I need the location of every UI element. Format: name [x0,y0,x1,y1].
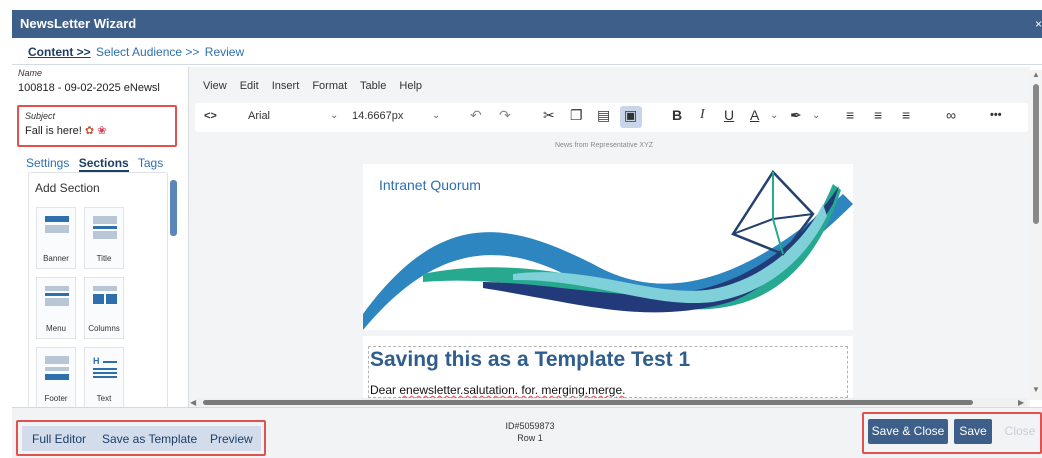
text-icon: H [93,356,117,384]
title-icon [93,216,117,244]
name-label: Name [18,68,43,78]
subject-value[interactable]: Fall is here! ✿ ❀ [25,124,169,137]
salutation-line[interactable]: Dear enewsletter.salutation. for. mergin… [370,383,625,397]
record-id: ID#5059873 [505,421,555,431]
step-content[interactable]: Content >> [28,45,91,59]
news-from-line: News from Representative XYZ [555,142,654,149]
chevron-down-icon[interactable]: ⌄ [812,110,820,121]
cut-icon[interactable]: ✂ [543,107,555,124]
menu-help[interactable]: Help [399,80,422,92]
banner-icon [45,216,69,244]
scroll-left-icon[interactable]: ◀ [190,398,196,407]
step-review[interactable]: Review [205,45,244,59]
section-tile-banner[interactable]: Banner [36,207,76,269]
scroll-down-icon[interactable]: ▼ [1032,385,1040,394]
align-right-icon[interactable]: ≡ [902,107,910,123]
merge-field: enewsletter.salutation. for. merging.mer… [399,383,626,397]
footer-icon [45,356,69,384]
columns-icon [93,286,117,314]
subject-label: Subject [25,111,56,121]
salutation-prefix: Dear [370,383,400,397]
banner-swoosh-graphic [363,169,853,330]
menu-view[interactable]: View [203,80,227,92]
menu-edit[interactable]: Edit [240,80,259,92]
section-tile-footer[interactable]: Footer [36,347,76,409]
save-and-close-button[interactable]: Save & Close [868,419,948,444]
step-select-audience[interactable]: Select Audience >> [96,45,199,59]
chevron-down-icon[interactable]: ⌄ [770,110,778,121]
tile-label: Banner [43,254,69,263]
name-value[interactable]: 100818 - 09-02-2025 eNewsl [18,82,178,94]
leaf-emoji-icon: ✿ [84,125,95,137]
horizontal-scroll-thumb[interactable] [203,400,973,405]
tab-settings[interactable]: Settings [26,156,69,170]
scroll-up-icon[interactable]: ▲ [1032,70,1040,79]
font-size-select[interactable]: 14.6667px [352,110,403,122]
save-button[interactable]: Save [954,419,992,444]
font-family-select[interactable]: Arial [248,110,270,122]
close-window-icon[interactable]: × [1035,10,1042,38]
menu-icon [45,286,69,314]
bold-icon[interactable]: B [672,107,682,123]
tile-label: Footer [44,394,68,403]
section-tile-text[interactable]: H Text [84,347,124,409]
tab-tags[interactable]: Tags [138,156,163,170]
wizard-steps: Content >> Select Audience >> Review [28,45,246,59]
full-editor-button[interactable]: Full Editor [32,432,86,446]
window-title: NewsLetter Wizard [20,16,137,31]
redo-icon[interactable]: ↷ [499,107,511,124]
copy-icon[interactable]: ❐ [570,107,583,124]
paste-icon[interactable]: ▤ [597,107,610,124]
banner-section[interactable]: Intranet Quorum [363,164,853,330]
record-info: ID#5059873 Row 1 [480,420,580,444]
preview-button[interactable]: Preview [210,432,253,446]
window-titlebar: NewsLetter Wizard × [12,10,1042,38]
name-field[interactable]: Name 100818 - 09-02-2025 eNewsl [18,68,178,94]
steps-divider [12,64,1042,65]
menu-insert[interactable]: Insert [272,80,300,92]
align-center-icon[interactable]: ≡ [874,107,882,123]
section-tile-columns[interactable]: Columns [84,277,124,339]
tile-label: Title [96,254,112,263]
tile-label: Text [96,394,112,403]
undo-icon[interactable]: ↶ [470,107,482,124]
more-options-icon[interactable]: ••• [990,109,1002,121]
underline-icon[interactable]: U [724,107,734,123]
tile-label: Menu [45,324,66,333]
newsletter-heading[interactable]: Saving this as a Template Test 1 [370,348,690,372]
italic-icon[interactable]: I [700,107,705,123]
editor-menubar: View Edit Insert Format Table Help [203,80,432,92]
vertical-scroll-thumb[interactable] [1033,84,1039,224]
scroll-right-icon[interactable]: ▶ [1018,398,1024,407]
tab-sections[interactable]: Sections [78,156,129,172]
menu-table[interactable]: Table [360,80,386,92]
left-scrollbar[interactable] [170,180,177,236]
tile-label: Columns [88,324,120,333]
menu-format[interactable]: Format [312,80,347,92]
section-tile-menu[interactable]: Menu [36,277,76,339]
link-icon[interactable]: ∞ [946,107,956,123]
text-color-icon[interactable]: A [750,107,759,123]
section-tile-title[interactable]: Title [84,207,124,269]
chevron-down-icon[interactable]: ⌄ [330,110,338,121]
save-as-template-button[interactable]: Save as Template [102,432,197,446]
align-left-icon[interactable]: ≡ [846,107,854,123]
subject-field[interactable]: Subject Fall is here! ✿ ❀ [17,105,177,147]
source-code-icon[interactable]: <> [204,110,217,122]
subject-text: Fall is here! [25,125,82,137]
left-tabs: Settings Sections Tags [26,156,169,172]
close-button[interactable]: Close [1000,419,1040,444]
add-section-title: Add Section [35,181,100,195]
highlight-color-icon[interactable]: ✒ [790,107,802,124]
chevron-down-icon[interactable]: ⌄ [432,110,440,121]
record-row: Row 1 [517,433,543,443]
paste-as-text-icon[interactable]: ▣ [624,107,637,124]
flower-emoji-icon: ❀ [97,125,107,137]
